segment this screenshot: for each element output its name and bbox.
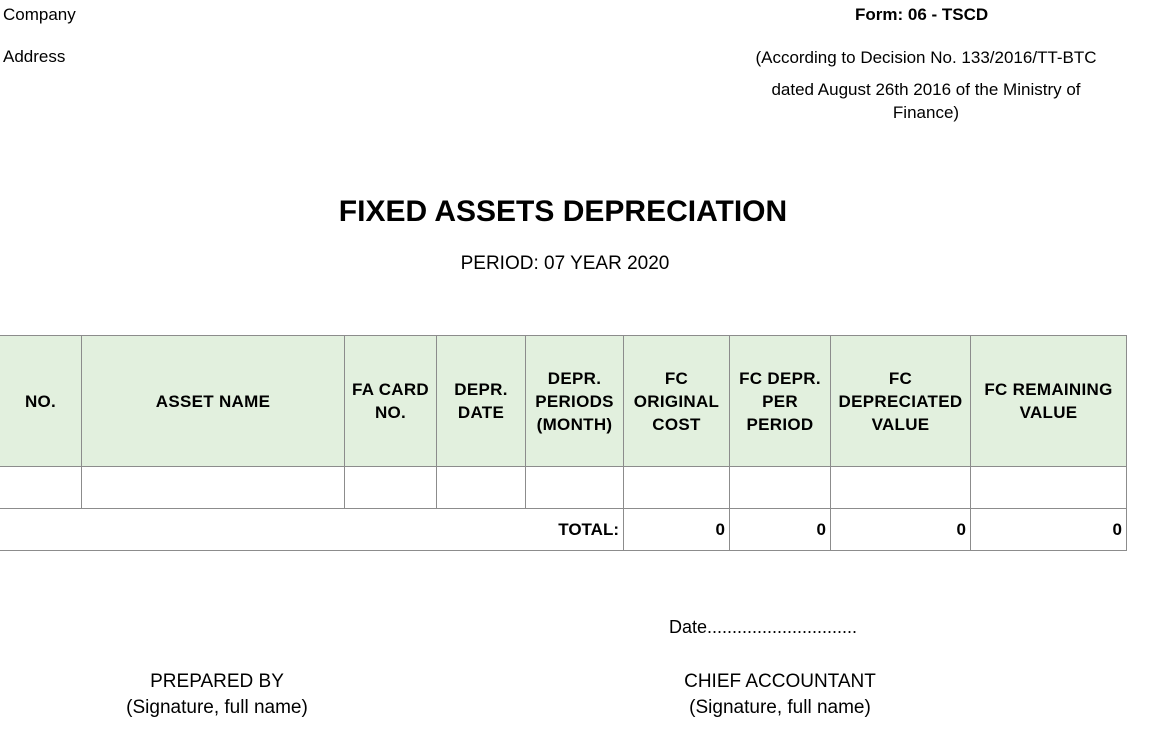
col-header-fc-remaining-value: FC REMAINING VALUE <box>970 335 1127 467</box>
prepared-by-label: PREPARED BY <box>150 671 284 692</box>
decision-reference: (According to Decision No. 133/2016/TT-B… <box>726 46 1126 124</box>
date-line: Date.............................. <box>669 617 858 637</box>
decision-line-2: dated August 26th 2016 of the Ministry o… <box>771 80 1081 99</box>
table-cell[interactable] <box>0 466 82 509</box>
table-cell[interactable] <box>436 466 526 509</box>
table-cell[interactable] <box>830 466 971 509</box>
col-header-fc-original-cost: FC ORIGINAL COST <box>623 335 730 467</box>
table-cell[interactable] <box>623 466 730 509</box>
table-cell[interactable] <box>729 466 831 509</box>
company-label: Company <box>3 5 76 24</box>
col-header-fa-card-no: FA CARD NO. <box>344 335 437 467</box>
chief-accountant-label: CHIEF ACCOUNTANT <box>684 671 876 692</box>
report-title: FIXED ASSETS DEPRECIATION <box>338 195 788 228</box>
col-header-depr-periods: DEPR. PERIODS (MONTH) <box>525 335 624 467</box>
table-row <box>0 466 1127 509</box>
prepared-by-signature-note: (Signature, full name) <box>126 697 308 718</box>
total-original-cost: 0 <box>623 508 730 551</box>
prepared-by-block: PREPARED BY (Signature, full name) <box>92 669 342 721</box>
decision-line-1: (According to Decision No. 133/2016/TT-B… <box>755 48 1097 67</box>
depreciation-table: NO. ASSET NAME FA CARD NO. DEPR. DATE DE… <box>0 335 1127 551</box>
total-depreciated-value: 0 <box>830 508 971 551</box>
table-cell[interactable] <box>344 466 437 509</box>
chief-accountant-signature-note: (Signature, full name) <box>689 697 871 718</box>
table-header-row: NO. ASSET NAME FA CARD NO. DEPR. DATE DE… <box>0 335 1127 467</box>
report-period: PERIOD: 07 YEAR 2020 <box>460 253 670 274</box>
total-remaining-value: 0 <box>970 508 1127 551</box>
table-cell[interactable] <box>81 466 345 509</box>
total-label: TOTAL: <box>0 508 624 551</box>
col-header-fc-depr-per-period: FC DEPR. PER PERIOD <box>729 335 831 467</box>
chief-accountant-block: CHIEF ACCOUNTANT (Signature, full name) <box>655 669 905 721</box>
table-cell[interactable] <box>970 466 1127 509</box>
col-header-no: NO. <box>0 335 82 467</box>
total-depr-per-period: 0 <box>729 508 831 551</box>
table-cell[interactable] <box>525 466 624 509</box>
col-header-asset-name: ASSET NAME <box>81 335 345 467</box>
decision-line-3: Finance) <box>892 103 960 122</box>
form-code: Form: 06 - TSCD <box>855 5 989 24</box>
total-row: TOTAL: 0 0 0 0 <box>0 508 1127 551</box>
address-label: Address <box>3 47 66 66</box>
col-header-fc-depreciated-value: FC DEPRECIATED VALUE <box>830 335 971 467</box>
col-header-depr-date: DEPR. DATE <box>436 335 526 467</box>
